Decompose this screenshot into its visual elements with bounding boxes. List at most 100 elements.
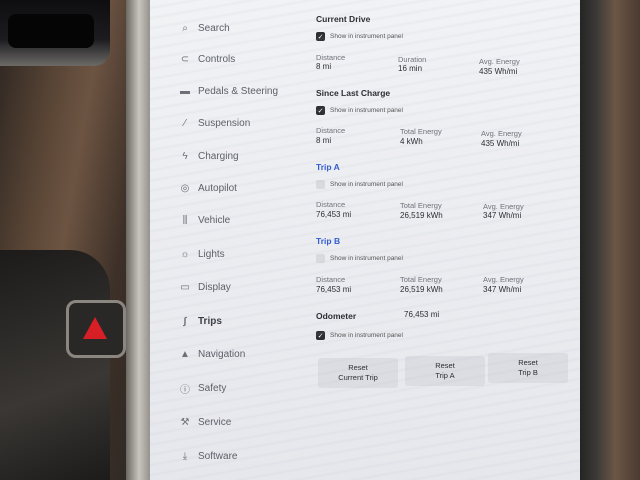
sidebar-item-controls[interactable]: ⊂ Controls bbox=[178, 51, 235, 67]
button-label: Current Trip bbox=[338, 373, 378, 382]
button-label: Reset bbox=[435, 361, 455, 371]
checkbox-label: Show in instrument panel bbox=[330, 33, 403, 40]
checkbox-empty-icon bbox=[316, 180, 325, 189]
reset-current-trip-button[interactable]: Reset Current Trip bbox=[318, 358, 398, 388]
trip-b-show-checkbox[interactable]: Show in instrument panel bbox=[316, 254, 403, 263]
wrench-icon: ⚒ bbox=[180, 416, 190, 428]
stat-label: Distance bbox=[316, 53, 346, 62]
odometer-show-checkbox[interactable]: ✓ Show in instrument panel bbox=[316, 331, 403, 340]
stat-label: Distance bbox=[316, 275, 346, 284]
sidebar-item-label: Charging bbox=[198, 150, 239, 162]
sidebar-item-label: Service bbox=[198, 416, 232, 428]
touchscreen: ⌕ Search ⊂ Controls ▬ Pedals & Steering … bbox=[150, 0, 580, 480]
steering-wheel-icon: ◎ bbox=[180, 182, 190, 194]
checkmark-icon: ✓ bbox=[316, 106, 325, 115]
since-last-charge-show-checkbox[interactable]: ✓ Show in instrument panel bbox=[316, 106, 403, 115]
sidebar-item-vehicle[interactable]: ⫼ Vehicle bbox=[178, 212, 231, 228]
reset-trip-a-button[interactable]: Reset Trip A bbox=[405, 356, 485, 386]
stat-value: 8 mi bbox=[316, 136, 332, 145]
settings-sidebar: ⌕ Search ⊂ Controls ▬ Pedals & Steering … bbox=[150, 0, 312, 480]
dashboard-right-trim bbox=[578, 0, 640, 480]
stat-value: 347 Wh/mi bbox=[483, 211, 522, 220]
checkbox-empty-icon bbox=[316, 254, 325, 263]
sidebar-item-label: Controls bbox=[198, 53, 236, 65]
download-icon: ⤓ bbox=[182, 450, 188, 462]
button-label: Trip B bbox=[518, 368, 538, 377]
hazard-button[interactable] bbox=[66, 300, 126, 358]
stat-value: 76,453 mi bbox=[316, 285, 352, 294]
odometer-title: Odometer bbox=[316, 311, 357, 321]
stat-value: 76,453 mi bbox=[316, 210, 352, 219]
car-icon: ▬ bbox=[180, 85, 190, 97]
screen-frame bbox=[126, 0, 152, 480]
trip-a-show-checkbox[interactable]: Show in instrument panel bbox=[316, 180, 403, 189]
checkbox-label: Show in instrument panel bbox=[330, 255, 403, 262]
reset-trip-b-button[interactable]: Reset Trip B bbox=[488, 353, 568, 383]
trips-icon: ∫ bbox=[183, 315, 187, 327]
button-label: Reset bbox=[348, 363, 368, 373]
sidebar-item-label: Lights bbox=[198, 248, 225, 260]
lightbulb-icon: ☼ bbox=[180, 248, 190, 260]
bolt-icon: ϟ bbox=[182, 150, 188, 162]
sidebar-item-autopilot[interactable]: ◎ Autopilot bbox=[178, 180, 237, 196]
stat-value: 435 Wh/mi bbox=[481, 139, 520, 148]
sidebar-item-software[interactable]: ⤓ Software bbox=[178, 448, 238, 464]
navigation-icon: ▲ bbox=[180, 348, 190, 360]
checkbox-label: Show in instrument panel bbox=[330, 332, 403, 339]
stat-value: 26,519 kWh bbox=[400, 285, 443, 294]
button-label: Trip A bbox=[435, 371, 455, 380]
stat-label: Avg. Energy bbox=[479, 57, 520, 66]
sidebar-item-lights[interactable]: ☼ Lights bbox=[178, 246, 225, 262]
sidebar-item-label: Autopilot bbox=[198, 182, 237, 194]
sidebar-item-label: Search bbox=[198, 22, 230, 34]
odometer-value: 76,453 mi bbox=[404, 310, 440, 319]
sidebar-item-navigation[interactable]: ▲ Navigation bbox=[178, 346, 245, 362]
stat-label: Total Energy bbox=[400, 127, 442, 136]
stat-label: Duration bbox=[398, 55, 427, 64]
sidebar-item-label: Vehicle bbox=[198, 214, 231, 226]
stat-label: Distance bbox=[316, 126, 346, 135]
search-icon: ⌕ bbox=[182, 22, 188, 34]
sidebar-item-label: Software bbox=[198, 450, 238, 462]
trip-b-title: Trip B bbox=[316, 236, 341, 246]
stat-value: 435 Wh/mi bbox=[479, 67, 518, 76]
sidebar-item-suspension[interactable]: ⁄ Suspension bbox=[178, 115, 250, 131]
sidebar-item-trips[interactable]: ∫ Trips bbox=[178, 313, 222, 329]
display-icon: ▭ bbox=[180, 281, 190, 293]
stat-label: Total Energy bbox=[400, 201, 442, 210]
sidebar-item-label: Navigation bbox=[198, 348, 246, 360]
dashboard-trim bbox=[0, 250, 110, 480]
sidebar-item-label: Display bbox=[198, 281, 231, 293]
sidebar-item-pedals-steering[interactable]: ▬ Pedals & Steering bbox=[178, 83, 278, 99]
air-vent bbox=[0, 0, 110, 66]
sliders-icon: ⫼ bbox=[182, 214, 188, 226]
stat-label: Distance bbox=[316, 200, 346, 209]
trip-a-title: Trip A bbox=[316, 162, 340, 172]
button-label: Reset bbox=[518, 358, 538, 368]
stat-value: 4 kWh bbox=[400, 137, 423, 146]
current-drive-title: Current Drive bbox=[316, 14, 371, 24]
sidebar-item-label: Suspension bbox=[198, 117, 251, 129]
stat-value: 347 Wh/mi bbox=[483, 285, 522, 294]
stat-value: 16 min bbox=[398, 64, 423, 73]
sidebar-item-label: Safety bbox=[198, 382, 227, 394]
stat-value: 8 mi bbox=[316, 62, 332, 71]
safety-icon: ⓘ bbox=[180, 384, 190, 396]
hazard-triangle-icon bbox=[83, 317, 107, 339]
suspension-icon: ⁄ bbox=[184, 117, 186, 129]
sidebar-item-search[interactable]: ⌕ Search bbox=[178, 20, 230, 36]
checkmark-icon: ✓ bbox=[316, 331, 325, 340]
checkbox-label: Show in instrument panel bbox=[330, 181, 403, 188]
sidebar-item-label: Trips bbox=[198, 315, 222, 327]
checkbox-label: Show in instrument panel bbox=[330, 107, 403, 114]
sidebar-item-service[interactable]: ⚒ Service bbox=[178, 414, 232, 430]
current-drive-show-checkbox[interactable]: ✓ Show in instrument panel bbox=[316, 32, 403, 41]
sidebar-item-label: Pedals & Steering bbox=[198, 85, 279, 97]
since-last-charge-title: Since Last Charge bbox=[316, 88, 391, 98]
sidebar-item-safety[interactable]: ⓘ Safety bbox=[178, 380, 226, 396]
toggle-icon: ⊂ bbox=[180, 53, 190, 65]
sidebar-item-display[interactable]: ▭ Display bbox=[178, 279, 231, 295]
sidebar-item-charging[interactable]: ϟ Charging bbox=[178, 148, 239, 164]
stat-label: Avg. Energy bbox=[483, 202, 524, 211]
stat-value: 26,519 kWh bbox=[400, 211, 443, 220]
